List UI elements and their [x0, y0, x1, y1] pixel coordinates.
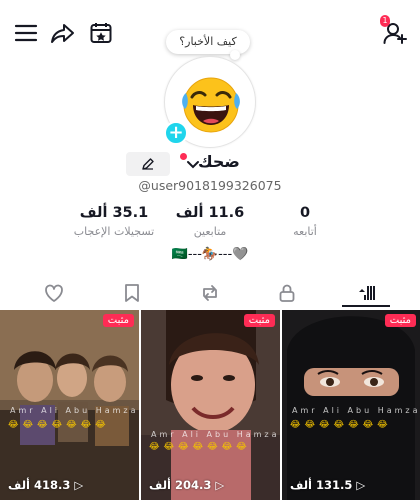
share-arrow-icon[interactable] [50, 20, 76, 46]
video-preview-image [282, 310, 420, 500]
followers-count[interactable]: 11.6 ألف [170, 205, 250, 221]
emoji-row: 😂😂😂😂😂😂😂 [149, 442, 251, 452]
calendar-star-icon[interactable] [88, 20, 114, 46]
tab-private[interactable] [245, 276, 329, 310]
heart-icon [45, 284, 63, 302]
grid-videos-icon [359, 286, 375, 300]
video-preview-image [141, 310, 280, 500]
display-name[interactable]: ضحك [198, 152, 240, 171]
notification-badge: 1 [380, 15, 390, 27]
emoji-row: 😂😂😂😂😂😂😂 [8, 420, 110, 430]
tab-saved[interactable] [90, 276, 174, 310]
pinned-badge: مثبت [384, 314, 416, 327]
repost-icon [203, 285, 217, 301]
play-icon: ▷ [215, 478, 225, 492]
likes-label[interactable]: تسجيلات الإعجاب [64, 225, 164, 238]
add-avatar-button[interactable]: + [164, 121, 188, 145]
pinned-badge: مثبت [102, 314, 134, 327]
hamburger-menu-icon[interactable] [13, 20, 39, 46]
bubble-tail [230, 50, 240, 60]
bookmark-icon [125, 284, 139, 302]
watermark-text: Amr Ali Abu Hamza [292, 406, 420, 415]
followers-label[interactable]: متابعين [170, 225, 250, 238]
pencil-icon [142, 158, 154, 170]
username: @user9018199326075 [138, 178, 282, 193]
video-thumbnail[interactable]: Amr Ali Abu Hamza 😂😂😂😂😂😂😂 مثبت ▷ 204.3 أ… [141, 310, 280, 500]
play-icon: ▷ [74, 478, 84, 492]
view-count: ▷ 418.3 ألف [8, 478, 84, 492]
pinned-badge: مثبت [243, 314, 275, 327]
view-count: ▷ 204.3 ألف [149, 478, 225, 492]
watermark-text: Amr Ali Abu Hamza [10, 406, 139, 415]
bio-text: 🩶---🏇---🇸🇦 [171, 247, 249, 262]
watermark-text: Amr Ali Abu Hamza [151, 430, 280, 439]
active-tab-indicator [342, 305, 390, 307]
play-icon: ▷ [356, 478, 366, 492]
video-thumbnail[interactable]: Amr Ali Abu Hamza 😂😂😂😂😂😂😂 مثبت ▷ 418.3 أ… [0, 310, 139, 500]
lock-icon [279, 284, 295, 302]
likes-count[interactable]: 35.1 ألف [74, 205, 154, 221]
view-count: ▷ 131.5 ألف [290, 478, 366, 492]
video-preview-image [0, 310, 139, 500]
video-grid: Amr Ali Abu Hamza 😂😂😂😂😂😂😂 مثبت ▷ 418.3 أ… [0, 310, 420, 500]
following-count[interactable]: 0 [275, 205, 335, 221]
edit-profile-button[interactable] [126, 152, 170, 176]
following-label[interactable]: أتابعه [275, 225, 335, 238]
video-thumbnail[interactable]: Amr Ali Abu Hamza 😂😂😂😂😂😂😂 مثبت ▷ 131.5 أ… [282, 310, 420, 500]
tab-liked[interactable] [12, 276, 96, 310]
tab-reposts[interactable] [168, 276, 252, 310]
emoji-row: 😂😂😂😂😂😂😂 [290, 420, 392, 430]
laughing-emoji-icon [182, 77, 240, 133]
